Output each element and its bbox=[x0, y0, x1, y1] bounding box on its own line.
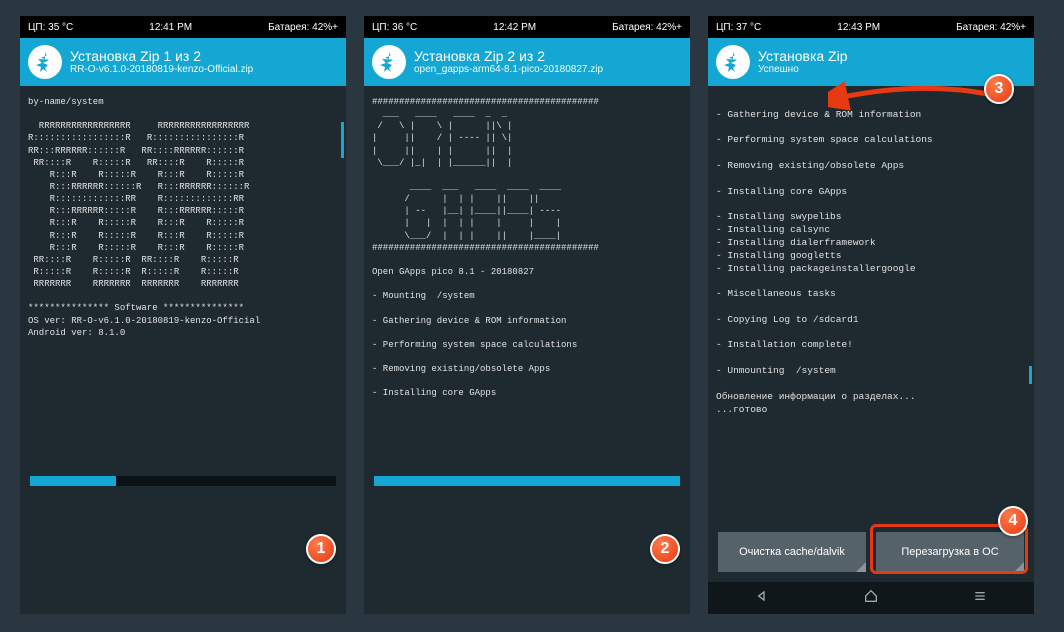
terminal-output: - Gathering device & ROM information - P… bbox=[708, 86, 1034, 462]
progress-bar bbox=[364, 476, 690, 494]
status-time: 12:41 PM bbox=[149, 22, 192, 33]
phone-screen-3: ЦП: 37 °C 12:43 PM Батарея: 42%+ Установ… bbox=[708, 16, 1034, 614]
annotation-badge-2: 2 bbox=[650, 534, 680, 564]
status-battery: Батарея: 42%+ bbox=[612, 22, 682, 33]
status-cpu: ЦП: 36 °C bbox=[372, 22, 417, 33]
android-nav-bar bbox=[708, 582, 1034, 614]
twrp-header: Установка Zip 1 из 2 RR-O-v6.1.0-2018081… bbox=[20, 38, 346, 86]
status-time: 12:43 PM bbox=[837, 22, 880, 33]
status-cpu: ЦП: 35 °C bbox=[28, 22, 73, 33]
annotation-badge-3: 3 bbox=[984, 74, 1014, 104]
status-bar: ЦП: 35 °C 12:41 PM Батарея: 42%+ bbox=[20, 16, 346, 38]
twrp-logo-icon bbox=[28, 45, 62, 79]
status-time: 12:42 PM bbox=[493, 22, 536, 33]
status-bar: ЦП: 36 °C 12:42 PM Батарея: 42%+ bbox=[364, 16, 690, 38]
status-battery: Батарея: 42%+ bbox=[268, 22, 338, 33]
nav-home-icon[interactable] bbox=[863, 588, 879, 609]
phone-screen-1: ЦП: 35 °C 12:41 PM Батарея: 42%+ Установ… bbox=[20, 16, 346, 614]
header-title: Установка Zip bbox=[758, 48, 848, 65]
header-title: Установка Zip 2 из 2 bbox=[414, 48, 603, 65]
status-cpu: ЦП: 37 °C bbox=[716, 22, 761, 33]
terminal-output: by-name/system RRRRRRRRRRRRRRRRR RRRRRRR… bbox=[20, 86, 346, 476]
annotation-badge-4: 4 bbox=[998, 506, 1028, 536]
wipe-cache-button[interactable]: Очистка cache/dalvik bbox=[718, 532, 866, 572]
header-title: Установка Zip 1 из 2 bbox=[70, 48, 253, 65]
nav-back-icon[interactable] bbox=[754, 588, 770, 609]
annotation-badge-1: 1 bbox=[306, 534, 336, 564]
status-battery: Батарея: 42%+ bbox=[956, 22, 1026, 33]
status-bar: ЦП: 37 °C 12:43 PM Батарея: 42%+ bbox=[708, 16, 1034, 38]
reboot-system-button[interactable]: Перезагрузка в ОС bbox=[876, 532, 1024, 572]
progress-bar bbox=[20, 476, 346, 494]
nav-menu-icon[interactable] bbox=[972, 588, 988, 609]
header-subtitle: open_gapps-arm64-8.1-pico-20180827.zip bbox=[414, 64, 603, 76]
twrp-logo-icon bbox=[372, 45, 406, 79]
header-subtitle: Успешно bbox=[758, 64, 848, 76]
header-subtitle: RR-O-v6.1.0-20180819-kenzo-Official.zip bbox=[70, 64, 253, 76]
twrp-logo-icon bbox=[716, 45, 750, 79]
twrp-header: Установка Zip 2 из 2 open_gapps-arm64-8.… bbox=[364, 38, 690, 86]
annotation-arrow-3 bbox=[828, 76, 998, 116]
phone-screen-2: ЦП: 36 °C 12:42 PM Батарея: 42%+ Установ… bbox=[364, 16, 690, 614]
terminal-output: ########################################… bbox=[364, 86, 690, 476]
